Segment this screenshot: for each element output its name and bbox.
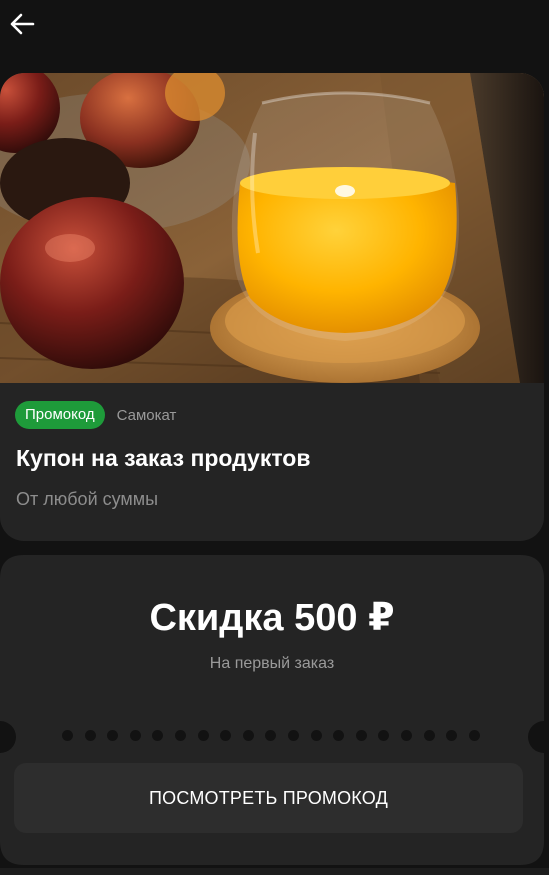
coupon-title: Купон на заказ продуктов — [16, 445, 311, 471]
ticket-perforation — [62, 730, 480, 741]
back-button[interactable] — [6, 8, 38, 40]
coupon-tags: Промокод Самокат — [15, 401, 176, 429]
next-card-edge — [0, 868, 549, 875]
arrow-left-icon — [10, 13, 35, 35]
coupon-subtitle: От любой суммы — [16, 489, 159, 509]
show-promocode-button[interactable]: ПОСМОТРЕТЬ ПРОМОКОД — [14, 763, 523, 833]
top-bar — [0, 0, 549, 60]
brand-name: Самокат — [116, 406, 177, 424]
discount-condition: На первый заказ — [209, 655, 335, 672]
offer-card: Скидка 500 ₽ На первый заказ ПОСМОТРЕТЬ … — [0, 555, 544, 865]
coupon-card[interactable]: Промокод Самокат Купон на заказ продукто… — [0, 73, 544, 541]
promo-badge: Промокод — [15, 401, 105, 429]
coupon-image — [0, 73, 544, 383]
discount-amount: Скидка 500 ₽ — [149, 597, 395, 639]
